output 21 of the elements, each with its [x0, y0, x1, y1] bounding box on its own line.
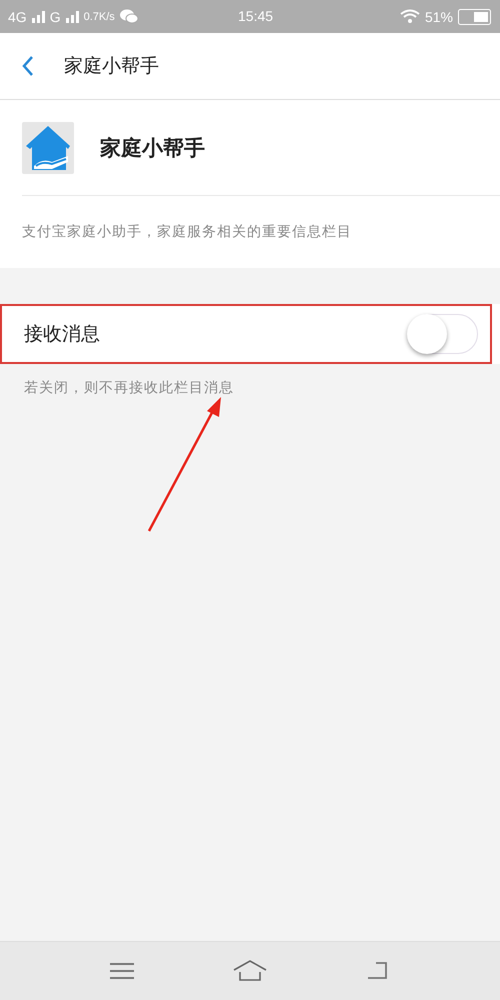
back-button[interactable]	[22, 55, 34, 77]
signal-icon	[32, 10, 45, 23]
page-title: 家庭小帮手	[64, 54, 159, 79]
home-icon	[232, 960, 267, 982]
back-icon	[22, 55, 34, 77]
network-label: 4G	[8, 8, 27, 24]
clock: 15:45	[238, 8, 274, 24]
battery-icon	[458, 8, 492, 24]
menu-icon	[110, 962, 134, 980]
battery-percent: 51%	[424, 8, 453, 24]
service-description: 支付宝家庭小助手，家庭服务相关的重要信息栏目	[22, 223, 353, 242]
setting-label: 接收消息	[24, 322, 100, 347]
toggle-switch[interactable]	[408, 314, 478, 354]
house-icon	[22, 122, 74, 174]
network-speed: 0.7K/s	[84, 10, 115, 22]
setting-hint: 若关闭，则不再接收此栏目消息	[23, 379, 235, 397]
chat-icon	[120, 9, 138, 24]
signal-icon	[66, 10, 79, 23]
network-label: G	[50, 8, 61, 24]
service-name: 家庭小帮手	[100, 134, 205, 162]
wifi-icon	[400, 9, 420, 24]
